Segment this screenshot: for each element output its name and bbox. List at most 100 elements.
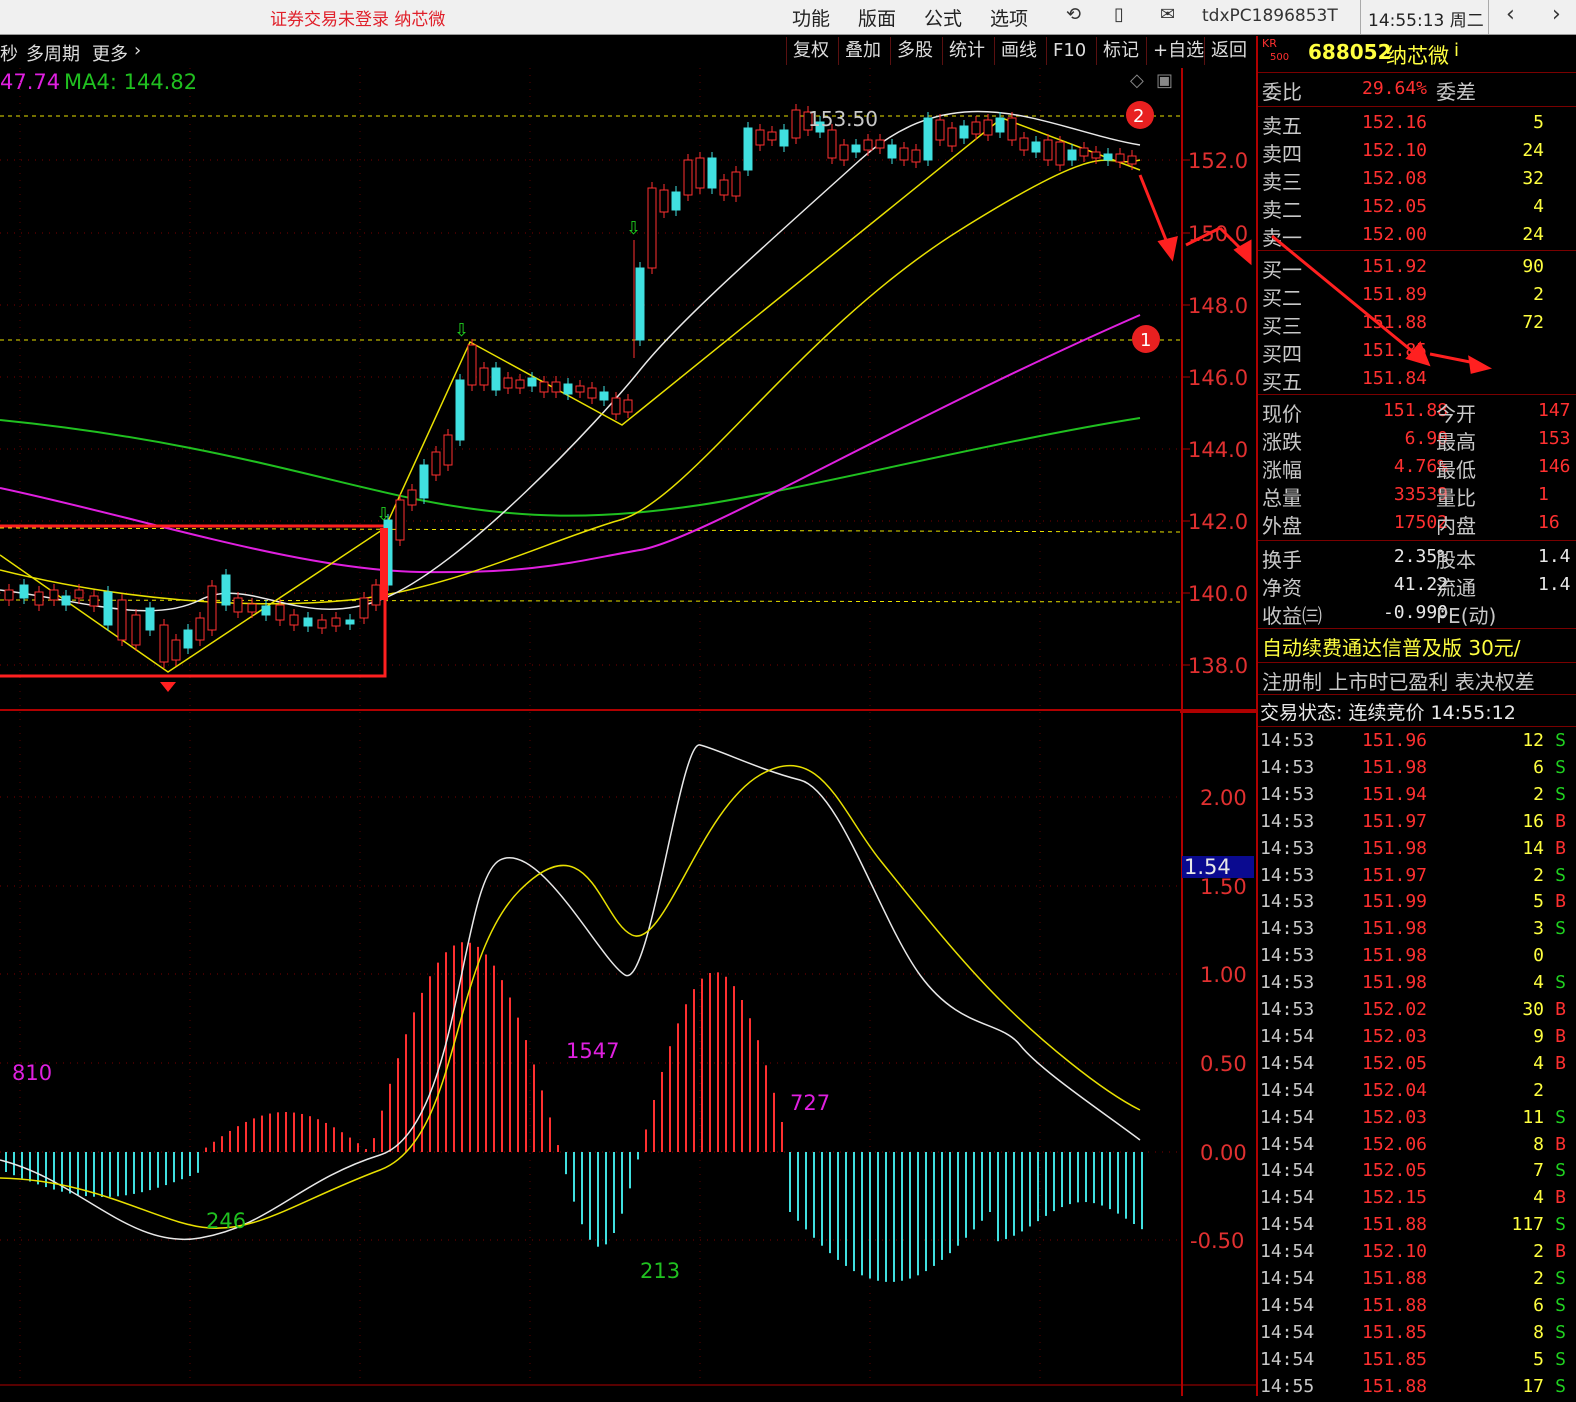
tick-row[interactable]: 14:54 151.88 2 S (1258, 1266, 1576, 1294)
bid-row[interactable]: 买四 151.85 (1258, 338, 1576, 366)
tick-row[interactable]: 14:53 151.98 4 S (1258, 970, 1576, 998)
ask-volume: 5 (1533, 112, 1544, 133)
bid-row[interactable]: 买二 151.89 2 (1258, 282, 1576, 310)
fundamental-row[interactable]: 净资 41.22 流通 1.4 (1258, 572, 1576, 600)
candle (49, 589, 59, 601)
candle (289, 614, 299, 626)
macd-axis-label: 0.00 (1200, 1141, 1247, 1165)
ask-row[interactable]: 卖五 152.16 5 (1258, 110, 1576, 138)
tick-row[interactable]: 14:54 152.10 2 B (1258, 1239, 1576, 1267)
candle (74, 589, 84, 599)
bid-row[interactable]: 买五 151.84 (1258, 366, 1576, 394)
bid-volume: 72 (1522, 312, 1544, 333)
stock-name: 纳芯微 (1386, 44, 1449, 68)
quote-row[interactable]: 涨跌 6.90 最高 153 (1258, 426, 1576, 454)
tick-row[interactable]: 14:53 151.97 16 B (1258, 809, 1576, 837)
tick-price: 151.88 (1362, 1375, 1428, 1397)
candle (1031, 141, 1041, 153)
quote-row[interactable]: 外盘 17502 内盘 16 (1258, 510, 1576, 538)
tick-row[interactable]: 14:54 152.05 7 S (1258, 1158, 1576, 1186)
tick-time: 14:53 (1260, 864, 1315, 886)
tick-volume: 8 (1533, 1133, 1544, 1155)
tick-row[interactable]: 14:54 152.05 4 B (1258, 1051, 1576, 1079)
tick-volume: 3 (1533, 918, 1544, 940)
candle (331, 617, 341, 627)
candle (1007, 117, 1017, 141)
tick-price: 152.10 (1362, 1241, 1428, 1263)
weicha-label: 委差 (1436, 80, 1476, 104)
chevron-left-icon[interactable]: ‹ (1506, 2, 1515, 27)
candles (4, 104, 1137, 668)
tick-row[interactable]: 14:53 151.98 3 S (1258, 916, 1576, 944)
weibi-value: 29.64% (1362, 78, 1428, 99)
candle (247, 603, 257, 613)
tick-row[interactable]: 14:53 151.99 5 B (1258, 889, 1576, 917)
chevron-right-icon[interactable]: › (1552, 2, 1561, 27)
tick-time: 14:53 (1260, 945, 1315, 967)
candle (131, 614, 141, 646)
tick-row[interactable]: 14:54 152.06 8 B (1258, 1132, 1576, 1160)
area-label: 213 (640, 1259, 680, 1283)
candle (755, 129, 765, 146)
tick-side: S (1555, 918, 1566, 940)
arrow-down-icon: ⇩ (376, 504, 391, 525)
ask-row[interactable]: 卖四 152.10 24 (1258, 138, 1576, 166)
tick-row[interactable]: 14:53 151.97 2 S (1258, 863, 1576, 891)
tick-volume: 4 (1533, 972, 1544, 994)
tick-row[interactable]: 14:53 151.94 2 S (1258, 782, 1576, 810)
tick-row[interactable]: 14:54 152.03 11 S (1258, 1105, 1576, 1133)
quote-row[interactable]: 涨幅 4.76% 最低 146 (1258, 454, 1576, 482)
tick-row[interactable]: 14:53 152.02 30 B (1258, 997, 1576, 1025)
tick-time: 14:54 (1260, 1160, 1315, 1182)
tick-side: S (1555, 1348, 1566, 1370)
tick-row[interactable]: 14:54 151.85 8 S (1258, 1320, 1576, 1348)
ask-row[interactable]: 卖二 152.05 4 (1258, 194, 1576, 222)
tick-row[interactable]: 14:54 151.88 6 S (1258, 1293, 1576, 1321)
tick-time: 14:54 (1260, 1294, 1315, 1316)
bid-row[interactable]: 买三 151.88 72 (1258, 310, 1576, 338)
tick-volume: 0 (1533, 945, 1544, 967)
tick-row[interactable]: 14:54 152.03 9 B (1258, 1024, 1576, 1052)
price-axis-label: 150.0 (1188, 222, 1248, 246)
tick-row[interactable]: 14:53 151.96 12 S (1258, 728, 1576, 756)
info-icon[interactable]: i (1454, 40, 1459, 61)
candle (359, 597, 369, 619)
fundamental-row[interactable]: 换手 2.35% 股本 1.4 (1258, 544, 1576, 572)
trade-status-row: 交易状态: 连续竞价 14:55:12 (1258, 698, 1576, 726)
tick-row[interactable]: 14:53 151.98 14 B (1258, 836, 1576, 864)
promo-banner[interactable]: 自动续费通达信普及版 30元/ (1258, 632, 1576, 660)
tick-row[interactable]: 14:54 151.88 117 S (1258, 1212, 1576, 1240)
chart-canvas[interactable]: 152.0 150.0 148.0 146.0 144.0 142.0 140.0 138.0… (0, 0, 1256, 1396)
candle (19, 584, 29, 599)
quote-row[interactable]: 总量 33539 量比 1 (1258, 482, 1576, 510)
tick-row[interactable]: 14:53 151.98 0 (1258, 943, 1576, 971)
quote-row[interactable]: 现价 151.88 今开 147 (1258, 398, 1576, 426)
tick-row[interactable]: 14:54 151.85 5 S (1258, 1347, 1576, 1375)
ask-row[interactable]: 卖一 152.00 24 (1258, 222, 1576, 250)
promo-text[interactable]: 自动续费通达信普及版 30元/ (1262, 632, 1521, 661)
tick-time: 14:53 (1260, 891, 1315, 913)
candle (431, 451, 441, 476)
candle (743, 127, 753, 171)
tick-row[interactable]: 14:54 152.15 4 B (1258, 1185, 1576, 1213)
tick-price: 152.05 (1362, 1160, 1428, 1182)
quote-value: 146 (1538, 456, 1571, 477)
tick-side: S (1555, 1294, 1566, 1316)
bid-row[interactable]: 买一 151.92 90 (1258, 254, 1576, 282)
bid-price: 151.84 (1362, 368, 1428, 389)
candle (767, 131, 777, 141)
ask-label: 卖四 (1262, 142, 1302, 166)
fundamental-row[interactable]: 收益㈢ -0.990 PE(动) (1258, 600, 1576, 628)
bid-price: 151.85 (1362, 340, 1428, 361)
macd-axis-label: 2.00 (1200, 786, 1247, 810)
tick-volume: 5 (1533, 891, 1544, 913)
ask-row[interactable]: 卖三 152.08 32 (1258, 166, 1576, 194)
fundamental-label: 收益㈢ (1262, 604, 1322, 628)
bid-volume: 2 (1533, 284, 1544, 305)
tick-row[interactable]: 14:53 151.98 6 S (1258, 755, 1576, 783)
stock-header[interactable]: KR 500 688052 纳芯微 i (1258, 36, 1576, 68)
tick-row[interactable]: 14:54 152.04 2 (1258, 1078, 1576, 1106)
candle (380, 528, 388, 600)
tick-row[interactable]: 14:55 151.88 17 S (1258, 1374, 1576, 1402)
tick-price: 152.02 (1362, 999, 1428, 1020)
